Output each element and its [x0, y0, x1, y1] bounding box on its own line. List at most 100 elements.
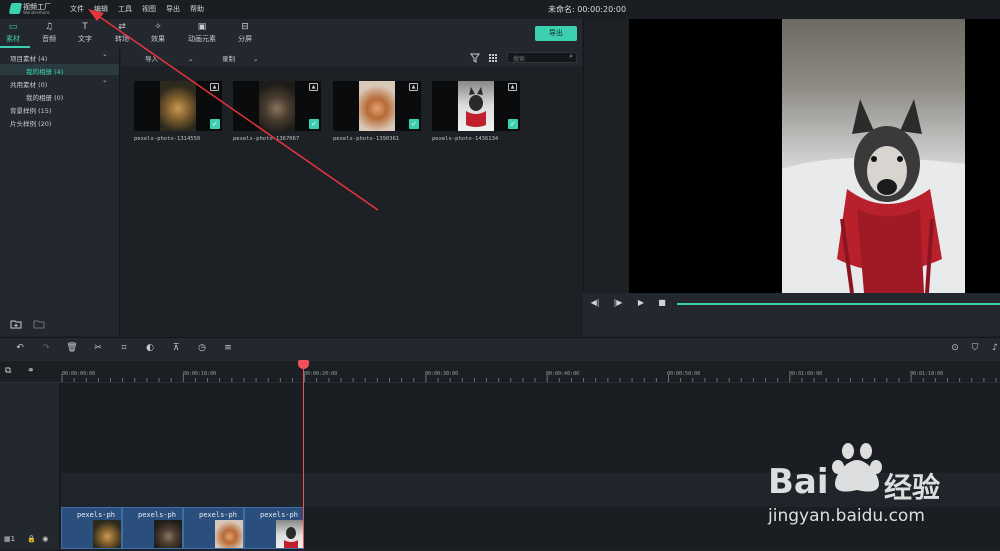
tab-transition[interactable]: ⇄ 转场	[105, 21, 139, 48]
media-name: pexels-photo-1367067	[233, 136, 300, 142]
chevron-down-icon: ⌄	[253, 55, 259, 63]
media-thumbnail[interactable]: ▲ ✓	[134, 81, 222, 131]
import-dropdown[interactable]: 导入 ⌄	[145, 53, 193, 63]
cut-icon[interactable]: ✂	[91, 343, 105, 353]
transition-icon: ⇄	[118, 22, 126, 32]
grid-view-icon[interactable]	[488, 53, 498, 63]
tab-audio[interactable]: ♫ 音频	[32, 21, 66, 48]
export-button[interactable]: 导出	[535, 26, 577, 41]
record-dropdown[interactable]: 录制 ⌄	[222, 53, 258, 63]
tab-media[interactable]: ▭ 素材	[0, 21, 30, 48]
tab-media-label: 素材	[6, 35, 20, 43]
track-headers	[0, 383, 60, 549]
menu-view[interactable]: 视图	[142, 4, 156, 14]
add-track-icon[interactable]: ⧉	[5, 366, 11, 376]
image-type-icon: ▲	[210, 83, 219, 91]
menu-export[interactable]: 导出	[166, 4, 180, 14]
adjust-icon[interactable]: ≡	[221, 343, 235, 353]
sidebar-item-shared-media[interactable]: 共用素材 (0)	[10, 79, 47, 89]
dog-photo	[259, 81, 295, 131]
microphone-icon[interactable]: ♪	[988, 343, 1000, 353]
timeline-clip[interactable]: pexels-ph	[122, 507, 183, 549]
menu-help[interactable]: 帮助	[190, 4, 204, 14]
undo-icon[interactable]: ↶	[13, 343, 27, 353]
clip-label: pexels-ph	[138, 511, 176, 519]
media-thumbnail[interactable]: ▲ ✓	[233, 81, 321, 131]
menu-edit[interactable]: 编辑	[94, 4, 108, 14]
chevron-down-icon[interactable]: ⌄	[102, 50, 108, 58]
menu-tools[interactable]: 工具	[118, 4, 132, 14]
sidebar-item-project-media[interactable]: 项目素材 (4)	[10, 53, 47, 63]
clip-thumbnail	[93, 520, 121, 548]
spaniel-photo	[359, 81, 395, 131]
chevron-down-icon[interactable]: ⌄	[102, 76, 108, 84]
render-icon[interactable]: ⊙	[948, 343, 962, 353]
text-icon: T	[82, 22, 88, 32]
media-thumbnail[interactable]: ▲ ✓	[333, 81, 421, 131]
speed-icon[interactable]: ◷	[195, 343, 209, 353]
music-note-icon: ♫	[44, 22, 54, 32]
link-icon[interactable]: ⚭	[27, 366, 35, 376]
watermark-brand: Bai	[768, 462, 829, 502]
crop-icon[interactable]: ⌗	[117, 343, 131, 353]
document-title: 未命名: 00:00:20:00	[548, 5, 627, 14]
baidu-watermark: Bai 经验 jingyan.baidu.com	[760, 440, 1000, 549]
checkmark-icon[interactable]: ✓	[309, 119, 319, 129]
previous-frame-icon[interactable]: ◀|	[588, 298, 602, 307]
scarf-dog-photo	[458, 81, 494, 131]
search-icon: ⌕	[569, 52, 573, 60]
redo-icon[interactable]: ↷	[39, 343, 53, 353]
media-thumbnail[interactable]: ▲ ✓	[432, 81, 520, 131]
playhead-line[interactable]	[303, 364, 304, 549]
eye-icon[interactable]: ◉	[42, 535, 48, 543]
clip-thumbnail	[276, 520, 303, 548]
tab-text-label: 文字	[78, 35, 92, 43]
ruler-ticks	[61, 374, 997, 382]
tab-elements-label: 动画元素	[188, 35, 216, 43]
tab-split-screen-label: 分屏	[238, 35, 252, 43]
delete-icon[interactable]: 🗑	[65, 343, 79, 353]
sidebar-item-my-album[interactable]: 我的相册 (4)	[26, 66, 63, 76]
color-icon[interactable]: ◐	[143, 343, 157, 353]
timeline-clip[interactable]: pexels-ph	[183, 507, 244, 549]
folder-remove-icon[interactable]	[33, 319, 45, 329]
logo-subtitle: Wondershare	[23, 10, 50, 15]
timeline-clip[interactable]: pexels-ph	[244, 507, 304, 549]
tab-elements[interactable]: ▣ 动画元素	[183, 21, 221, 48]
menu-file[interactable]: 文件	[70, 4, 84, 14]
checkmark-icon[interactable]: ✓	[409, 119, 419, 129]
logo-mark-icon	[8, 3, 23, 14]
clip-thumbnail	[154, 520, 182, 548]
tab-effects-label: 效果	[151, 35, 165, 43]
clip-label: pexels-ph	[260, 511, 298, 519]
next-frame-icon[interactable]: |▶	[611, 298, 625, 307]
app-logo: 视频工厂 Wondershare	[8, 2, 55, 16]
folder-icon: ▭	[8, 22, 18, 32]
media-name: pexels-photo-1314550	[134, 136, 201, 142]
playback-progress-bar[interactable]	[677, 303, 1000, 305]
timeline-clip[interactable]: pexels-ph	[61, 507, 122, 549]
track-number: 1	[10, 535, 16, 543]
play-icon[interactable]: ▶	[634, 298, 648, 307]
shield-icon[interactable]: ⛉	[968, 343, 982, 353]
checkmark-icon[interactable]: ✓	[210, 119, 220, 129]
search-input[interactable]: 搜索 ⌕	[507, 52, 577, 63]
checkmark-icon[interactable]: ✓	[508, 119, 518, 129]
stop-icon[interactable]: ■	[655, 298, 669, 307]
lock-icon[interactable]: 🔒	[27, 535, 36, 543]
tab-text[interactable]: T 文字	[68, 21, 102, 48]
tab-split-screen[interactable]: ⊟ 分屏	[228, 21, 262, 48]
clip-thumbnail	[215, 520, 243, 548]
clip-label: pexels-ph	[77, 511, 115, 519]
sidebar-item-shared-album[interactable]: 我的相册 (0)	[26, 92, 63, 102]
image-type-icon: ▲	[508, 83, 517, 91]
playhead-handle[interactable]	[298, 360, 309, 369]
search-placeholder: 搜索	[513, 56, 526, 63]
sidebar-item-intro-samples[interactable]: 片头样例 (20)	[10, 118, 51, 128]
filter-icon[interactable]	[470, 53, 480, 63]
tab-effects[interactable]: ✧ 效果	[141, 21, 175, 48]
green-screen-icon[interactable]: ⊼	[169, 343, 183, 353]
new-folder-icon[interactable]	[10, 319, 22, 329]
sidebar-item-background-samples[interactable]: 背景样例 (15)	[10, 105, 51, 115]
image-element-icon: ▣	[197, 22, 207, 32]
